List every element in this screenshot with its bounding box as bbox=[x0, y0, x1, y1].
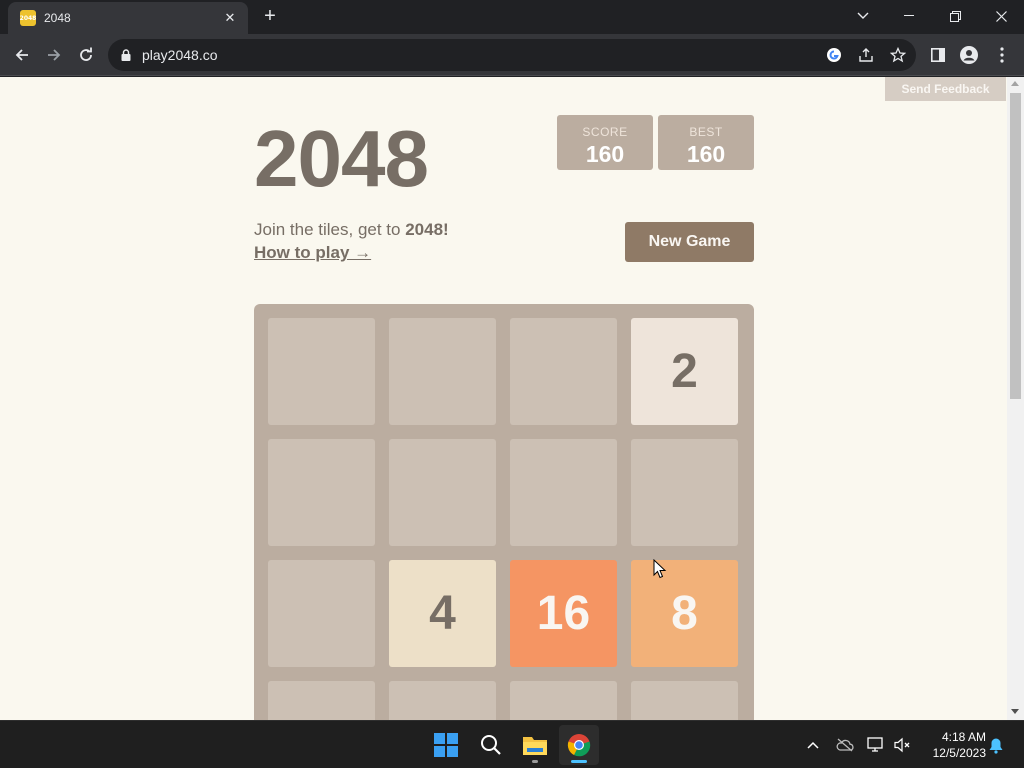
empty-cell bbox=[389, 439, 496, 546]
restore-button[interactable] bbox=[932, 0, 978, 32]
intro-prefix: Join the tiles, get to bbox=[254, 220, 406, 239]
forward-button[interactable] bbox=[41, 42, 67, 68]
system-clock[interactable]: 4:18 AM 12/5/2023 bbox=[918, 729, 986, 761]
active-indicator bbox=[571, 760, 587, 763]
bookmark-star-icon[interactable] bbox=[888, 45, 908, 65]
best-label: BEST bbox=[689, 125, 723, 139]
windows-start-button[interactable] bbox=[426, 725, 466, 765]
reload-button[interactable] bbox=[73, 42, 99, 68]
score-label: SCORE bbox=[582, 125, 628, 139]
minimize-icon bbox=[904, 15, 914, 16]
best-score-box: BEST 160 bbox=[658, 115, 754, 170]
empty-cell bbox=[389, 318, 496, 425]
menu-button[interactable] bbox=[991, 44, 1013, 66]
tab-search-button[interactable] bbox=[840, 0, 886, 32]
close-window-icon bbox=[995, 10, 1007, 22]
empty-cell bbox=[268, 681, 375, 720]
empty-cell bbox=[631, 681, 738, 720]
running-indicator bbox=[532, 760, 538, 763]
back-arrow-icon bbox=[15, 49, 28, 61]
empty-cell bbox=[510, 681, 617, 720]
google-lens-icon[interactable] bbox=[824, 45, 844, 65]
new-game-button[interactable]: New Game bbox=[625, 222, 754, 262]
tile-16: 16 bbox=[510, 560, 617, 667]
file-explorer-icon bbox=[523, 737, 547, 755]
side-panel-icon bbox=[931, 48, 945, 62]
tile-2: 2 bbox=[631, 318, 738, 425]
notification-bell-icon[interactable] bbox=[986, 735, 1006, 755]
clock-time: 4:18 AM bbox=[941, 730, 986, 744]
show-hidden-icons-button[interactable] bbox=[803, 735, 823, 755]
tile-4: 4 bbox=[389, 560, 496, 667]
empty-cell bbox=[389, 681, 496, 720]
score-value: 160 bbox=[585, 141, 625, 167]
favicon-icon: 2048 bbox=[20, 10, 36, 26]
page-viewport: Send Feedback 2048 SCORE 160 BEST 160 Jo… bbox=[0, 77, 1024, 720]
close-icon[interactable]: ✕ bbox=[222, 10, 238, 26]
new-tab-button[interactable]: + bbox=[259, 6, 281, 28]
best-value: 160 bbox=[686, 141, 726, 167]
lock-icon[interactable] bbox=[116, 45, 136, 65]
send-feedback-button[interactable]: Send Feedback bbox=[885, 77, 1006, 101]
empty-cell bbox=[268, 560, 375, 667]
volume-muted-icon[interactable] bbox=[892, 735, 912, 755]
taskbar: 4:18 AM 12/5/2023 bbox=[0, 720, 1024, 768]
chrome-taskbar-button[interactable] bbox=[559, 725, 599, 765]
reload-icon bbox=[80, 47, 92, 61]
scroll-up-arrow-icon[interactable] bbox=[1011, 81, 1019, 86]
close-window-button[interactable] bbox=[978, 0, 1024, 32]
game-board[interactable]: 2 4 16 8 bbox=[254, 304, 754, 720]
empty-cell bbox=[268, 439, 375, 546]
minimize-button[interactable] bbox=[886, 0, 932, 32]
tile-8: 8 bbox=[631, 560, 738, 667]
address-bar[interactable]: play2048.co bbox=[108, 39, 916, 71]
profile-icon bbox=[960, 46, 978, 64]
profile-button[interactable] bbox=[958, 44, 980, 66]
windows-start-icon bbox=[434, 733, 458, 757]
empty-cell bbox=[510, 439, 617, 546]
onedrive-icon[interactable] bbox=[835, 735, 855, 755]
mouse-cursor-icon bbox=[653, 559, 667, 579]
search-icon bbox=[481, 735, 501, 755]
tab-2048[interactable]: 2048 2048 ✕ bbox=[8, 2, 248, 34]
back-button[interactable] bbox=[9, 42, 35, 68]
clock-date: 12/5/2023 bbox=[932, 746, 986, 760]
score-box: SCORE 160 bbox=[557, 115, 653, 170]
network-icon[interactable] bbox=[866, 735, 886, 755]
vertical-scrollbar[interactable] bbox=[1007, 77, 1024, 720]
tab-title: 2048 bbox=[44, 11, 71, 25]
share-icon[interactable] bbox=[856, 45, 876, 65]
scroll-down-arrow-icon[interactable] bbox=[1011, 709, 1019, 714]
browser-toolbar: play2048.co bbox=[0, 34, 1024, 76]
empty-cell bbox=[631, 439, 738, 546]
restore-icon bbox=[949, 10, 961, 22]
file-explorer-button[interactable] bbox=[515, 725, 555, 765]
chevron-up-icon bbox=[807, 741, 819, 749]
tab-strip: 2048 2048 ✕ + bbox=[0, 0, 1024, 34]
url-text[interactable]: play2048.co bbox=[142, 47, 218, 63]
empty-cell bbox=[510, 318, 617, 425]
how-to-play-link[interactable]: How to play → bbox=[254, 243, 371, 263]
scrollbar-thumb[interactable] bbox=[1010, 93, 1021, 399]
side-panel-button[interactable] bbox=[927, 44, 949, 66]
forward-arrow-icon bbox=[48, 49, 61, 61]
empty-cell bbox=[268, 318, 375, 425]
intro-goal: 2048! bbox=[405, 220, 449, 239]
game-title: 2048 bbox=[254, 114, 429, 203]
taskbar-search-button[interactable] bbox=[471, 725, 511, 765]
chevron-down-icon bbox=[857, 12, 869, 19]
intro-text: Join the tiles, get to 2048! bbox=[254, 220, 449, 240]
kebab-menu-icon bbox=[1000, 47, 1004, 63]
chrome-icon bbox=[567, 734, 591, 757]
